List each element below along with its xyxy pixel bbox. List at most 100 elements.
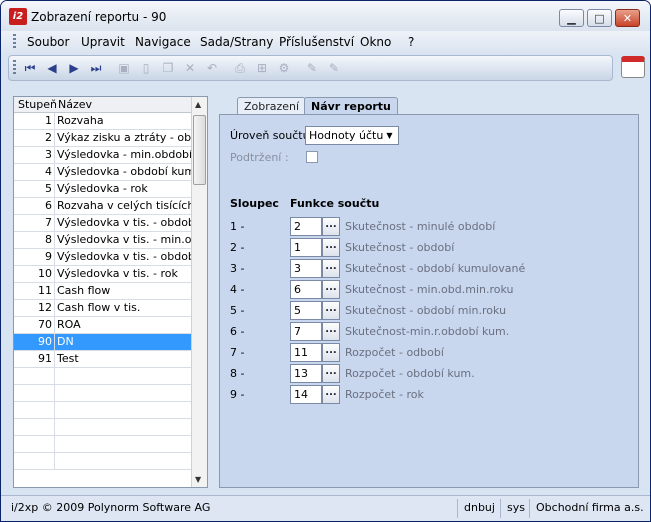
list-item-name: ROA xyxy=(57,318,81,331)
new-document-icon[interactable]: ▯ xyxy=(139,61,153,75)
browse-button[interactable]: ... xyxy=(322,238,340,257)
browse-button[interactable]: ... xyxy=(322,280,340,299)
title-bar[interactable]: i2 Zobrazení reportu - 90 ▁ □ ✕ xyxy=(1,1,650,31)
underline-label: Podtržení : xyxy=(230,151,289,164)
list-item-name xyxy=(55,385,192,401)
function-description: Rozpočet - odbobí xyxy=(345,346,444,359)
list-item[interactable]: 5 Výsledovka - rok xyxy=(14,181,192,198)
minimize-button[interactable]: ▁ xyxy=(559,9,584,27)
status-divider xyxy=(457,499,458,518)
function-input[interactable]: 14 xyxy=(290,385,322,404)
function-description: Skutečnost - období xyxy=(345,241,455,254)
menu-upravit[interactable]: Upravit xyxy=(81,35,125,49)
app-window: i2 Zobrazení reportu - 90 ▁ □ ✕ Soubor U… xyxy=(0,0,651,522)
maximize-icon: □ xyxy=(594,11,605,25)
database-name: dnbuj xyxy=(464,501,495,514)
list-item[interactable]: 11 Cash flow xyxy=(14,283,192,300)
list-item[interactable] xyxy=(14,368,192,385)
list-item[interactable]: 7 Výsledovka v tis. - období xyxy=(14,215,192,232)
browse-button[interactable]: ... xyxy=(322,343,340,362)
menu-okno[interactable]: Okno xyxy=(360,35,391,49)
list-item[interactable] xyxy=(14,436,192,453)
function-input[interactable]: 7 xyxy=(290,322,322,341)
status-divider xyxy=(529,499,530,518)
list-item[interactable]: 70 ROA xyxy=(14,317,192,334)
function-input[interactable]: 5 xyxy=(290,301,322,320)
list-item-name: Cash flow v tis. xyxy=(57,301,141,314)
close-button[interactable]: ✕ xyxy=(615,9,640,27)
delete-icon[interactable]: ✕ xyxy=(183,61,197,75)
menu-soubor[interactable]: Soubor xyxy=(27,35,69,49)
print-icon[interactable]: ⎙ xyxy=(233,61,247,75)
edit-icon[interactable]: ✎ xyxy=(305,61,319,75)
function-input[interactable]: 1 xyxy=(290,238,322,257)
maximize-button[interactable]: □ xyxy=(587,9,612,27)
browse-button[interactable]: ... xyxy=(322,301,340,320)
list-item[interactable]: 3 Výsledovka - min.období xyxy=(14,147,192,164)
function-row: 5 - 5... Skutečnost - období min.roku xyxy=(220,301,640,321)
list-item-number: 6 xyxy=(14,198,55,214)
level-select[interactable]: Hodnoty účtu ▼ xyxy=(305,126,399,145)
list-item[interactable]: 2Výkaz zisku a ztráty - obdob xyxy=(14,130,192,147)
chevron-down-icon[interactable]: ▼ xyxy=(383,129,396,142)
menu-prislusenstvi[interactable]: Příslušenství xyxy=(279,35,354,49)
list-item-name: Rozvaha v celých tisících xyxy=(57,199,192,212)
function-description: Skutečnost - období kumulované xyxy=(345,262,526,275)
column-index: 9 - xyxy=(230,388,245,401)
column-index: 8 - xyxy=(230,367,245,380)
list-item[interactable]: 1 Rozvaha xyxy=(14,113,192,130)
tab-zobrazeni[interactable]: Zobrazení xyxy=(237,97,307,115)
list-item[interactable]: 8Výsledovka v tis. - min.obdo xyxy=(14,232,192,249)
edit-alt-icon[interactable]: ✎ xyxy=(327,61,341,75)
column-index: 2 - xyxy=(230,241,245,254)
function-input[interactable]: 3 xyxy=(290,259,322,278)
list-item[interactable]: 91 Test xyxy=(14,351,192,368)
scroll-thumb[interactable] xyxy=(193,115,206,185)
list-item[interactable] xyxy=(14,385,192,402)
undo-icon[interactable]: ↶ xyxy=(205,61,219,75)
tree-icon[interactable]: ⊞ xyxy=(255,61,269,75)
menu-help[interactable]: ? xyxy=(408,35,414,49)
list-item-name xyxy=(55,402,192,418)
list-item[interactable]: 90 DN xyxy=(14,334,192,351)
list-item[interactable]: 4Výsledovka - období kumulo xyxy=(14,164,192,181)
menu-navigace[interactable]: Navigace xyxy=(135,35,191,49)
scroll-down-icon[interactable]: ▼ xyxy=(195,475,201,484)
list-item[interactable]: 9Výsledovka v tis. - období ku xyxy=(14,249,192,266)
calendar-icon[interactable] xyxy=(621,56,645,78)
browse-button[interactable]: ... xyxy=(322,322,340,341)
next-record-icon[interactable]: ▶ xyxy=(67,61,81,75)
function-row: 3 - 3... Skutečnost - období kumulované xyxy=(220,259,640,279)
list-scrollbar[interactable]: ▲ ▼ xyxy=(191,97,207,487)
function-input[interactable]: 13 xyxy=(290,364,322,383)
header-stupen[interactable]: Stupeň xyxy=(18,98,57,111)
scroll-up-icon[interactable]: ▲ xyxy=(195,100,201,109)
header-nazev[interactable]: Název xyxy=(58,98,92,111)
list-item-name: Výsledovka v tis. - období xyxy=(57,216,192,229)
copy-icon[interactable]: ❐ xyxy=(161,61,175,75)
function-input[interactable]: 11 xyxy=(290,343,322,362)
list-item-number xyxy=(14,453,55,469)
list-item[interactable] xyxy=(14,453,192,470)
list-item[interactable]: 6 Rozvaha v celých tisících xyxy=(14,198,192,215)
browse-button[interactable]: ... xyxy=(322,259,340,278)
function-input[interactable]: 6 xyxy=(290,280,322,299)
list-item[interactable] xyxy=(14,402,192,419)
previous-record-icon[interactable]: ◀ xyxy=(45,61,59,75)
function-row: 7 - 11... Rozpočet - odbobí xyxy=(220,343,640,363)
list-item[interactable]: 12 Cash flow v tis. xyxy=(14,300,192,317)
list-item-name: Výsledovka - rok xyxy=(57,182,148,195)
last-record-icon[interactable]: ⏭ xyxy=(89,61,103,75)
list-item[interactable] xyxy=(14,419,192,436)
browse-button[interactable]: ... xyxy=(322,385,340,404)
menu-sada-strany[interactable]: Sada/Strany xyxy=(200,35,273,49)
first-record-icon[interactable]: ⏮ xyxy=(23,61,37,75)
underline-checkbox[interactable] xyxy=(306,151,318,163)
list-item[interactable]: 10 Výsledovka v tis. - rok xyxy=(14,266,192,283)
function-input[interactable]: 2 xyxy=(290,217,322,236)
browse-button[interactable]: ... xyxy=(322,364,340,383)
browse-button[interactable]: ... xyxy=(322,217,340,236)
save-icon[interactable]: ▣ xyxy=(117,61,131,75)
settings-icon[interactable]: ⚙ xyxy=(277,61,291,75)
column-index: 3 - xyxy=(230,262,245,275)
